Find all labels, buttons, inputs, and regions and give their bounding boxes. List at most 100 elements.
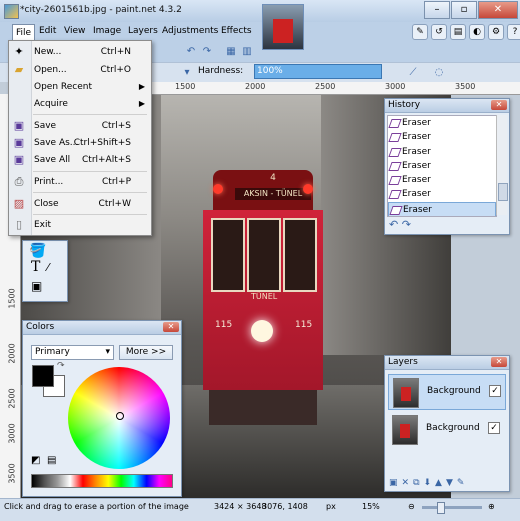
paint-bucket-icon[interactable]: 🪣 (29, 243, 46, 259)
move-layer-up-icon[interactable]: ▲ (435, 478, 446, 488)
open-folder-icon: ▰ (14, 63, 24, 76)
zoom-slider-knob[interactable] (437, 502, 445, 514)
blend-mode-icon[interactable]: ◌ (432, 66, 446, 80)
history-item[interactable]: Eraser (388, 145, 496, 159)
save-as-icon: ▣ (13, 136, 25, 149)
zoom-slider[interactable] (422, 506, 482, 509)
more-colors-button[interactable]: More >> (119, 345, 173, 360)
history-item[interactable]: Eraser (388, 159, 496, 173)
menu-item-shortcut: Ctrl+W (98, 199, 131, 209)
layers-close-button[interactable]: ✕ (491, 357, 507, 367)
tools-toggle-icon[interactable]: ✎ (412, 24, 428, 40)
history-item[interactable]: Eraser (388, 173, 496, 187)
menu-item-open-recent[interactable]: Open Recent ▶ (9, 79, 151, 95)
menu-item-label: Close (34, 199, 59, 209)
history-undo-icon[interactable]: ↶ (389, 218, 398, 231)
color-wheel-cursor[interactable] (116, 412, 124, 420)
grid-icon[interactable]: ▦ (224, 45, 238, 59)
history-scrollbar[interactable] (496, 115, 508, 215)
menu-layers[interactable]: Layers (128, 26, 158, 36)
ruler-tick: 1500 (7, 288, 17, 309)
maximize-button[interactable]: ▫ (451, 1, 477, 19)
menu-item-exit[interactable]: ▯ Exit (9, 217, 151, 233)
layer-item[interactable]: Background ✓ (388, 412, 504, 446)
colors-toggle-icon[interactable]: ◐ (469, 24, 485, 40)
minimize-button[interactable]: – (424, 1, 450, 19)
line-tool-icon[interactable]: ⁄ (47, 261, 49, 274)
colors-title: Colors (26, 322, 55, 332)
units-select[interactable]: px (326, 502, 336, 511)
history-item[interactable]: Eraser (388, 116, 496, 130)
menu-item-label: Open... (34, 65, 67, 75)
reset-colors-icon[interactable]: ◩ (31, 455, 40, 466)
eraser-icon (389, 205, 403, 215)
history-item-label: Eraser (402, 118, 431, 128)
ruler-tick: 2000 (7, 343, 17, 364)
undo-icon[interactable]: ↶ (184, 45, 198, 59)
history-item[interactable]: Eraser (388, 187, 496, 201)
menu-edit[interactable]: Edit (39, 26, 56, 36)
ruler-tick: 2000 (245, 82, 266, 91)
history-item[interactable]: Eraser (388, 130, 496, 144)
ruler-tick: 2500 (315, 82, 336, 91)
settings-icon[interactable]: ⚙ (488, 24, 504, 40)
layer-item-selected[interactable]: Background ✓ (388, 374, 506, 410)
color-palette-strip[interactable] (31, 474, 173, 488)
menu-item-save-all[interactable]: ▣ Save All Ctrl+Alt+S (9, 152, 151, 168)
menu-item-shortcut: Ctrl+N (100, 47, 131, 57)
zoom-in-icon[interactable]: ⊕ (488, 502, 495, 511)
file-menu-dropdown: ✦ New... Ctrl+N ▰ Open... Ctrl+O Open Re… (8, 40, 152, 236)
palette-menu-icon[interactable]: ▤ (47, 455, 56, 466)
layer-visibility-checkbox[interactable]: ✓ (489, 385, 501, 397)
close-window-button[interactable]: ✕ (478, 1, 518, 19)
menu-item-new[interactable]: ✦ New... Ctrl+N (9, 44, 151, 60)
ruler-tick: 3500 (455, 82, 476, 91)
layer-thumbnail (393, 378, 419, 408)
redo-icon[interactable]: ↷ (200, 45, 214, 59)
menu-item-label: Open Recent (34, 82, 93, 92)
menu-effects[interactable]: Effects (221, 26, 252, 36)
chevron-down-icon: ▾ (105, 347, 110, 357)
antialias-icon[interactable]: ⟋ (406, 66, 420, 80)
menu-adjustments[interactable]: Adjustments (162, 26, 218, 36)
history-scroll-thumb[interactable] (498, 183, 508, 201)
menu-item-close[interactable]: ▨ Close Ctrl+W (9, 196, 151, 212)
menu-view[interactable]: View (64, 26, 85, 36)
print-icon: ⎙ (14, 175, 24, 188)
swap-colors-icon[interactable]: ↷ (57, 361, 65, 371)
ruler-tick: 3000 (7, 423, 17, 444)
menu-image[interactable]: Image (93, 26, 121, 36)
color-mode-select[interactable]: Primary ▾ (31, 345, 114, 360)
hardness-slider[interactable]: 100% (254, 64, 382, 79)
move-layer-down-icon[interactable]: ▼ (446, 478, 457, 488)
zoom-level[interactable]: 15% (362, 502, 380, 511)
menu-item-save[interactable]: ▣ Save Ctrl+S (9, 118, 151, 134)
history-close-button[interactable]: ✕ (491, 100, 507, 110)
history-toggle-icon[interactable]: ↺ (431, 24, 447, 40)
eraser-icon (388, 133, 402, 143)
primary-color-swatch[interactable] (32, 365, 54, 387)
colors-close-button[interactable]: ✕ (163, 322, 179, 332)
layer-visibility-checkbox[interactable]: ✓ (488, 422, 500, 434)
menu-item-save-as[interactable]: ▣ Save As... Ctrl+Shift+S (9, 135, 151, 151)
merge-layer-icon[interactable]: ⬇ (424, 478, 436, 488)
menu-file[interactable]: File (12, 24, 36, 41)
delete-layer-icon[interactable]: ✕ (402, 478, 414, 488)
menu-item-print[interactable]: ⎙ Print... Ctrl+P (9, 174, 151, 190)
brush-width-dropdown-icon[interactable]: ▾ (180, 66, 194, 80)
text-tool-icon[interactable]: T (31, 259, 40, 275)
ruler-icon[interactable]: ▥ (240, 45, 254, 59)
menu-item-open[interactable]: ▰ Open... Ctrl+O (9, 62, 151, 78)
zoom-out-icon[interactable]: ⊖ (408, 502, 415, 511)
menu-item-acquire[interactable]: Acquire ▶ (9, 96, 151, 112)
help-icon[interactable]: ? (507, 24, 520, 40)
layer-properties-icon[interactable]: ✎ (457, 478, 469, 488)
duplicate-layer-icon[interactable]: ⧉ (413, 478, 423, 488)
layers-toggle-icon[interactable]: ▤ (450, 24, 466, 40)
add-layer-icon[interactable]: ▣ (389, 478, 402, 488)
shapes-tool-icon[interactable]: ▣ (31, 279, 42, 293)
window-title: *city-2601561b.jpg - paint.net 4.3.2 (20, 5, 182, 15)
history-redo-icon[interactable]: ↷ (402, 218, 411, 231)
history-item-selected[interactable]: Eraser (388, 201, 496, 216)
menu-item-label: Save (34, 121, 57, 131)
